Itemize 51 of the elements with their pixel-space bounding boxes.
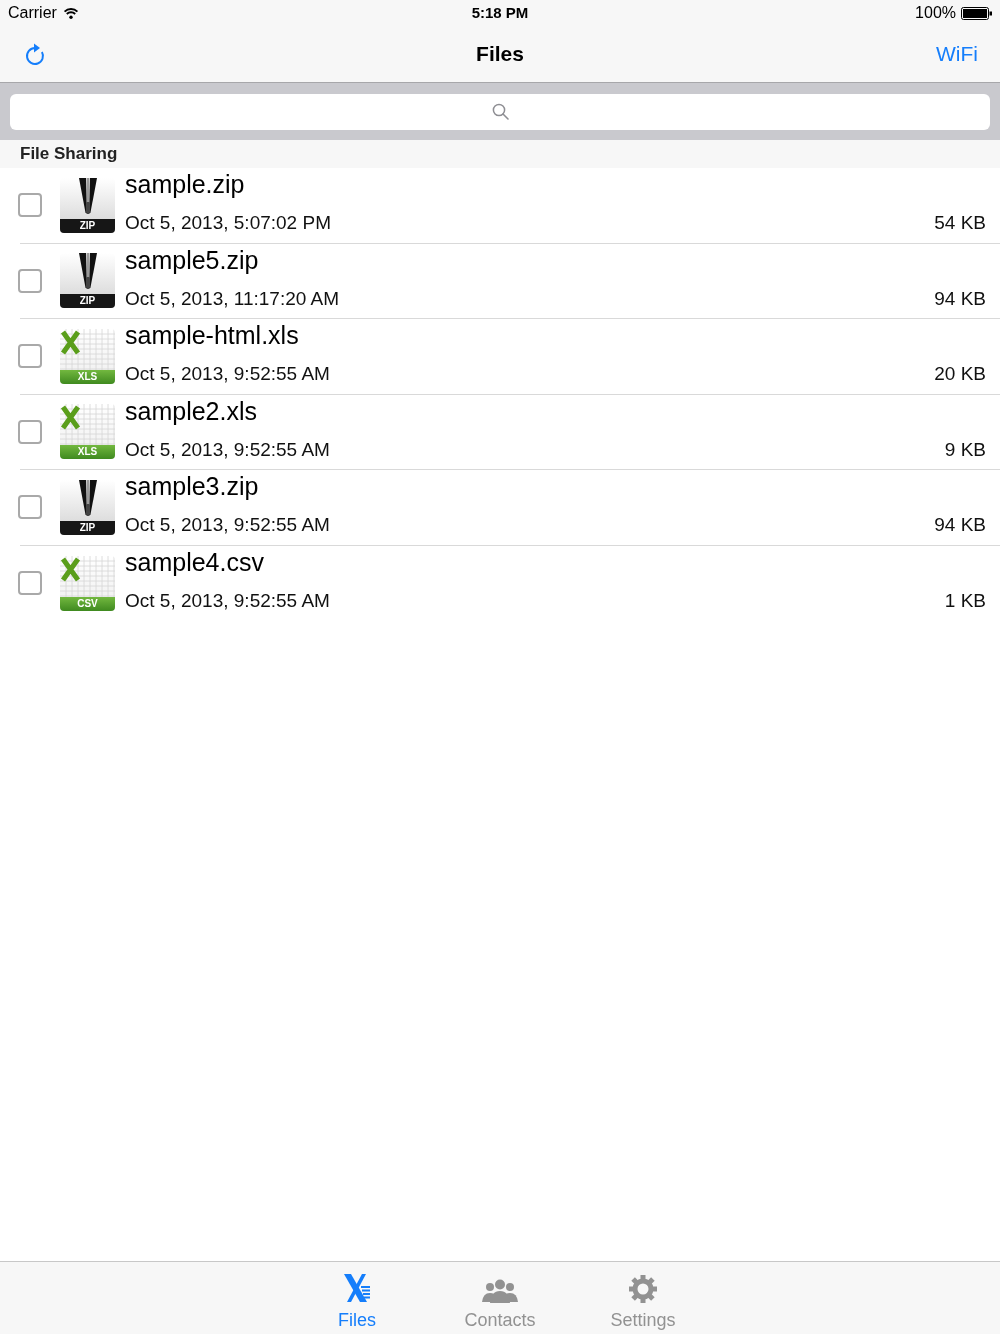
status-time: 5:18 PM [471, 3, 529, 23]
battery-icon [961, 6, 993, 20]
tab[interactable]: Settings [588, 1262, 698, 1334]
file-size: 20 KB [934, 362, 986, 386]
file-size: 94 KB [934, 286, 986, 311]
people-icon [481, 1278, 519, 1304]
file-name: sample5.zip [125, 244, 260, 275]
spreadsheet-grid-drawing [60, 328, 115, 370]
checkbox[interactable] [18, 268, 42, 293]
file-name: sample.zip [125, 169, 246, 199]
nav-title: Files [476, 41, 524, 67]
wifi-button[interactable]: WiFi [936, 41, 978, 67]
carrier-name: Carrier [8, 3, 57, 23]
file-size: 94 KB [934, 513, 986, 537]
file-type-label: XLS [60, 445, 115, 460]
checkbox[interactable] [18, 193, 42, 218]
file-date: Oct 5, 2013, 11:17:20 AM [125, 286, 340, 311]
search-icon [491, 103, 509, 120]
zipper-drawing [78, 177, 97, 214]
file-name: sample2.xls [125, 395, 258, 426]
search-field[interactable] [10, 93, 990, 130]
file-type-label: ZIP [60, 218, 115, 233]
file-size: 1 KB [944, 588, 986, 613]
checkbox[interactable] [18, 344, 42, 369]
file-size: 9 KB [944, 437, 986, 462]
refresh-icon[interactable] [24, 42, 46, 66]
file-date: Oct 5, 2013, 9:52:55 AM [125, 362, 330, 386]
file-size: 54 KB [934, 211, 986, 235]
spreadsheet-grid-drawing [60, 555, 115, 597]
file-date: Oct 5, 2013, 9:52:55 AM [125, 437, 330, 462]
file-type-label: ZIP [60, 520, 115, 535]
tab[interactable]: Contacts [445, 1262, 555, 1334]
file-name: sample3.zip [125, 471, 260, 501]
spreadsheet-grid-drawing [60, 404, 115, 446]
checkbox[interactable] [18, 495, 42, 520]
checkbox[interactable] [18, 419, 42, 444]
file-name: sample-html.xls [125, 320, 300, 350]
zipper-drawing [78, 253, 97, 290]
settings-icon [628, 1274, 658, 1304]
zipper-drawing [78, 479, 97, 516]
checkbox[interactable] [18, 571, 42, 596]
tab[interactable]: Files [302, 1262, 412, 1334]
battery-percent: 100% [915, 3, 956, 23]
file-date: Oct 5, 2013, 5:07:02 PM [125, 211, 331, 235]
file-type-label: ZIP [60, 294, 115, 309]
file-name: sample4.csv [125, 546, 265, 577]
file-date: Oct 5, 2013, 9:52:55 AM [125, 588, 330, 613]
section-header: File Sharing [20, 143, 118, 165]
x-lines-icon [342, 1272, 372, 1304]
file-date: Oct 5, 2013, 9:52:55 AM [125, 513, 330, 537]
wifi-icon [62, 7, 79, 19]
